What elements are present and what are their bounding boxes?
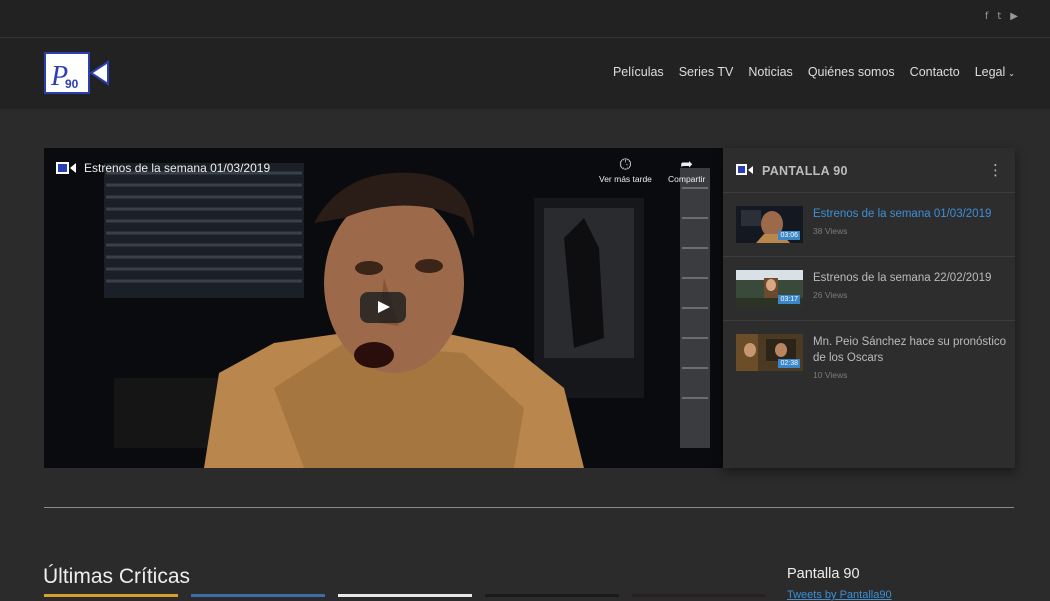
more-options-icon[interactable]: ⋮ (988, 161, 1003, 179)
nav-quienes-somos[interactable]: Quiénes somos (808, 65, 895, 79)
sidebar-title: Pantalla 90 (787, 566, 860, 582)
duration-badge: 03:17 (778, 295, 800, 304)
main-nav: Películas Series TV Noticias Quiénes som… (613, 65, 1015, 79)
duration-badge: 03:06 (778, 231, 800, 240)
play-button[interactable] (360, 292, 406, 323)
facebook-icon[interactable]: f (985, 11, 989, 22)
twitter-timeline-link[interactable]: Tweets by Pantalla90 (787, 589, 892, 601)
watch-later-button[interactable]: 🕓︎ Ver más tarde (599, 155, 652, 185)
nav-contacto[interactable]: Contacto (910, 65, 960, 79)
top-bar: f t ▶ (0, 0, 1050, 38)
watch-later-label: Ver más tarde (599, 174, 652, 184)
site-header: P 90 Películas Series TV Noticias Quiéne… (0, 38, 1050, 109)
video-player[interactable]: Estrenos de la semana 01/03/2019 🕓︎ Ver … (44, 148, 723, 468)
nav-series-tv[interactable]: Series TV (679, 65, 734, 79)
share-label: Compartir (668, 174, 706, 184)
chevron-down-icon: ⌄ (1008, 69, 1015, 78)
social-links: f t ▶ (985, 11, 1018, 22)
view-count: 10 Views (813, 370, 848, 380)
channel-logo-icon (56, 162, 76, 174)
pantalla90-logo[interactable]: P 90 (44, 52, 110, 94)
playlist-item-title[interactable]: Mn. Peio Sánchez hace su pronóstico de l… (813, 334, 1008, 366)
youtube-icon[interactable]: ▶ (1010, 11, 1018, 22)
nav-noticias[interactable]: Noticias (748, 65, 792, 79)
share-button[interactable]: ➦ Compartir (668, 155, 706, 185)
nav-legal-label: Legal (974, 65, 1006, 79)
view-count: 38 Views (813, 226, 848, 236)
playlist-item[interactable]: 03:17 Estrenos de la semana 22/02/2019 2… (723, 257, 1015, 321)
playlist-panel: PANTALLA 90 ⋮ 03:06 Estrenos de la seman… (723, 148, 1015, 468)
playlist-item-title[interactable]: Estrenos de la semana 01/03/2019 (813, 206, 1008, 222)
clock-icon: 🕓︎ (619, 155, 632, 173)
duration-badge: 02:38 (778, 359, 800, 368)
playlist-item[interactable]: 02:38 Mn. Peio Sánchez hace su pronóstic… (723, 321, 1015, 403)
channel-logo-icon (736, 164, 753, 175)
twitter-icon[interactable]: t (997, 11, 1001, 22)
video-thumbnail[interactable]: 03:06 (736, 206, 803, 243)
section-divider (44, 507, 1014, 508)
share-icon: ➦ (680, 155, 693, 173)
playlist-title: PANTALLA 90 (762, 164, 848, 178)
playlist-header: PANTALLA 90 ⋮ (723, 148, 1015, 193)
video-thumbnail[interactable]: 02:38 (736, 334, 803, 371)
svg-text:90: 90 (65, 77, 79, 91)
nav-legal[interactable]: Legal ⌄ (975, 65, 1015, 79)
nav-peliculas[interactable]: Películas (613, 65, 664, 79)
playlist-item[interactable]: 03:06 Estrenos de la semana 01/03/2019 3… (723, 193, 1015, 257)
video-thumbnail[interactable]: 03:17 (736, 270, 803, 307)
view-count: 26 Views (813, 290, 848, 300)
section-title: Últimas Críticas (43, 565, 191, 588)
playlist-item-title[interactable]: Estrenos de la semana 22/02/2019 (813, 270, 1008, 286)
video-title[interactable]: Estrenos de la semana 01/03/2019 (84, 161, 270, 175)
